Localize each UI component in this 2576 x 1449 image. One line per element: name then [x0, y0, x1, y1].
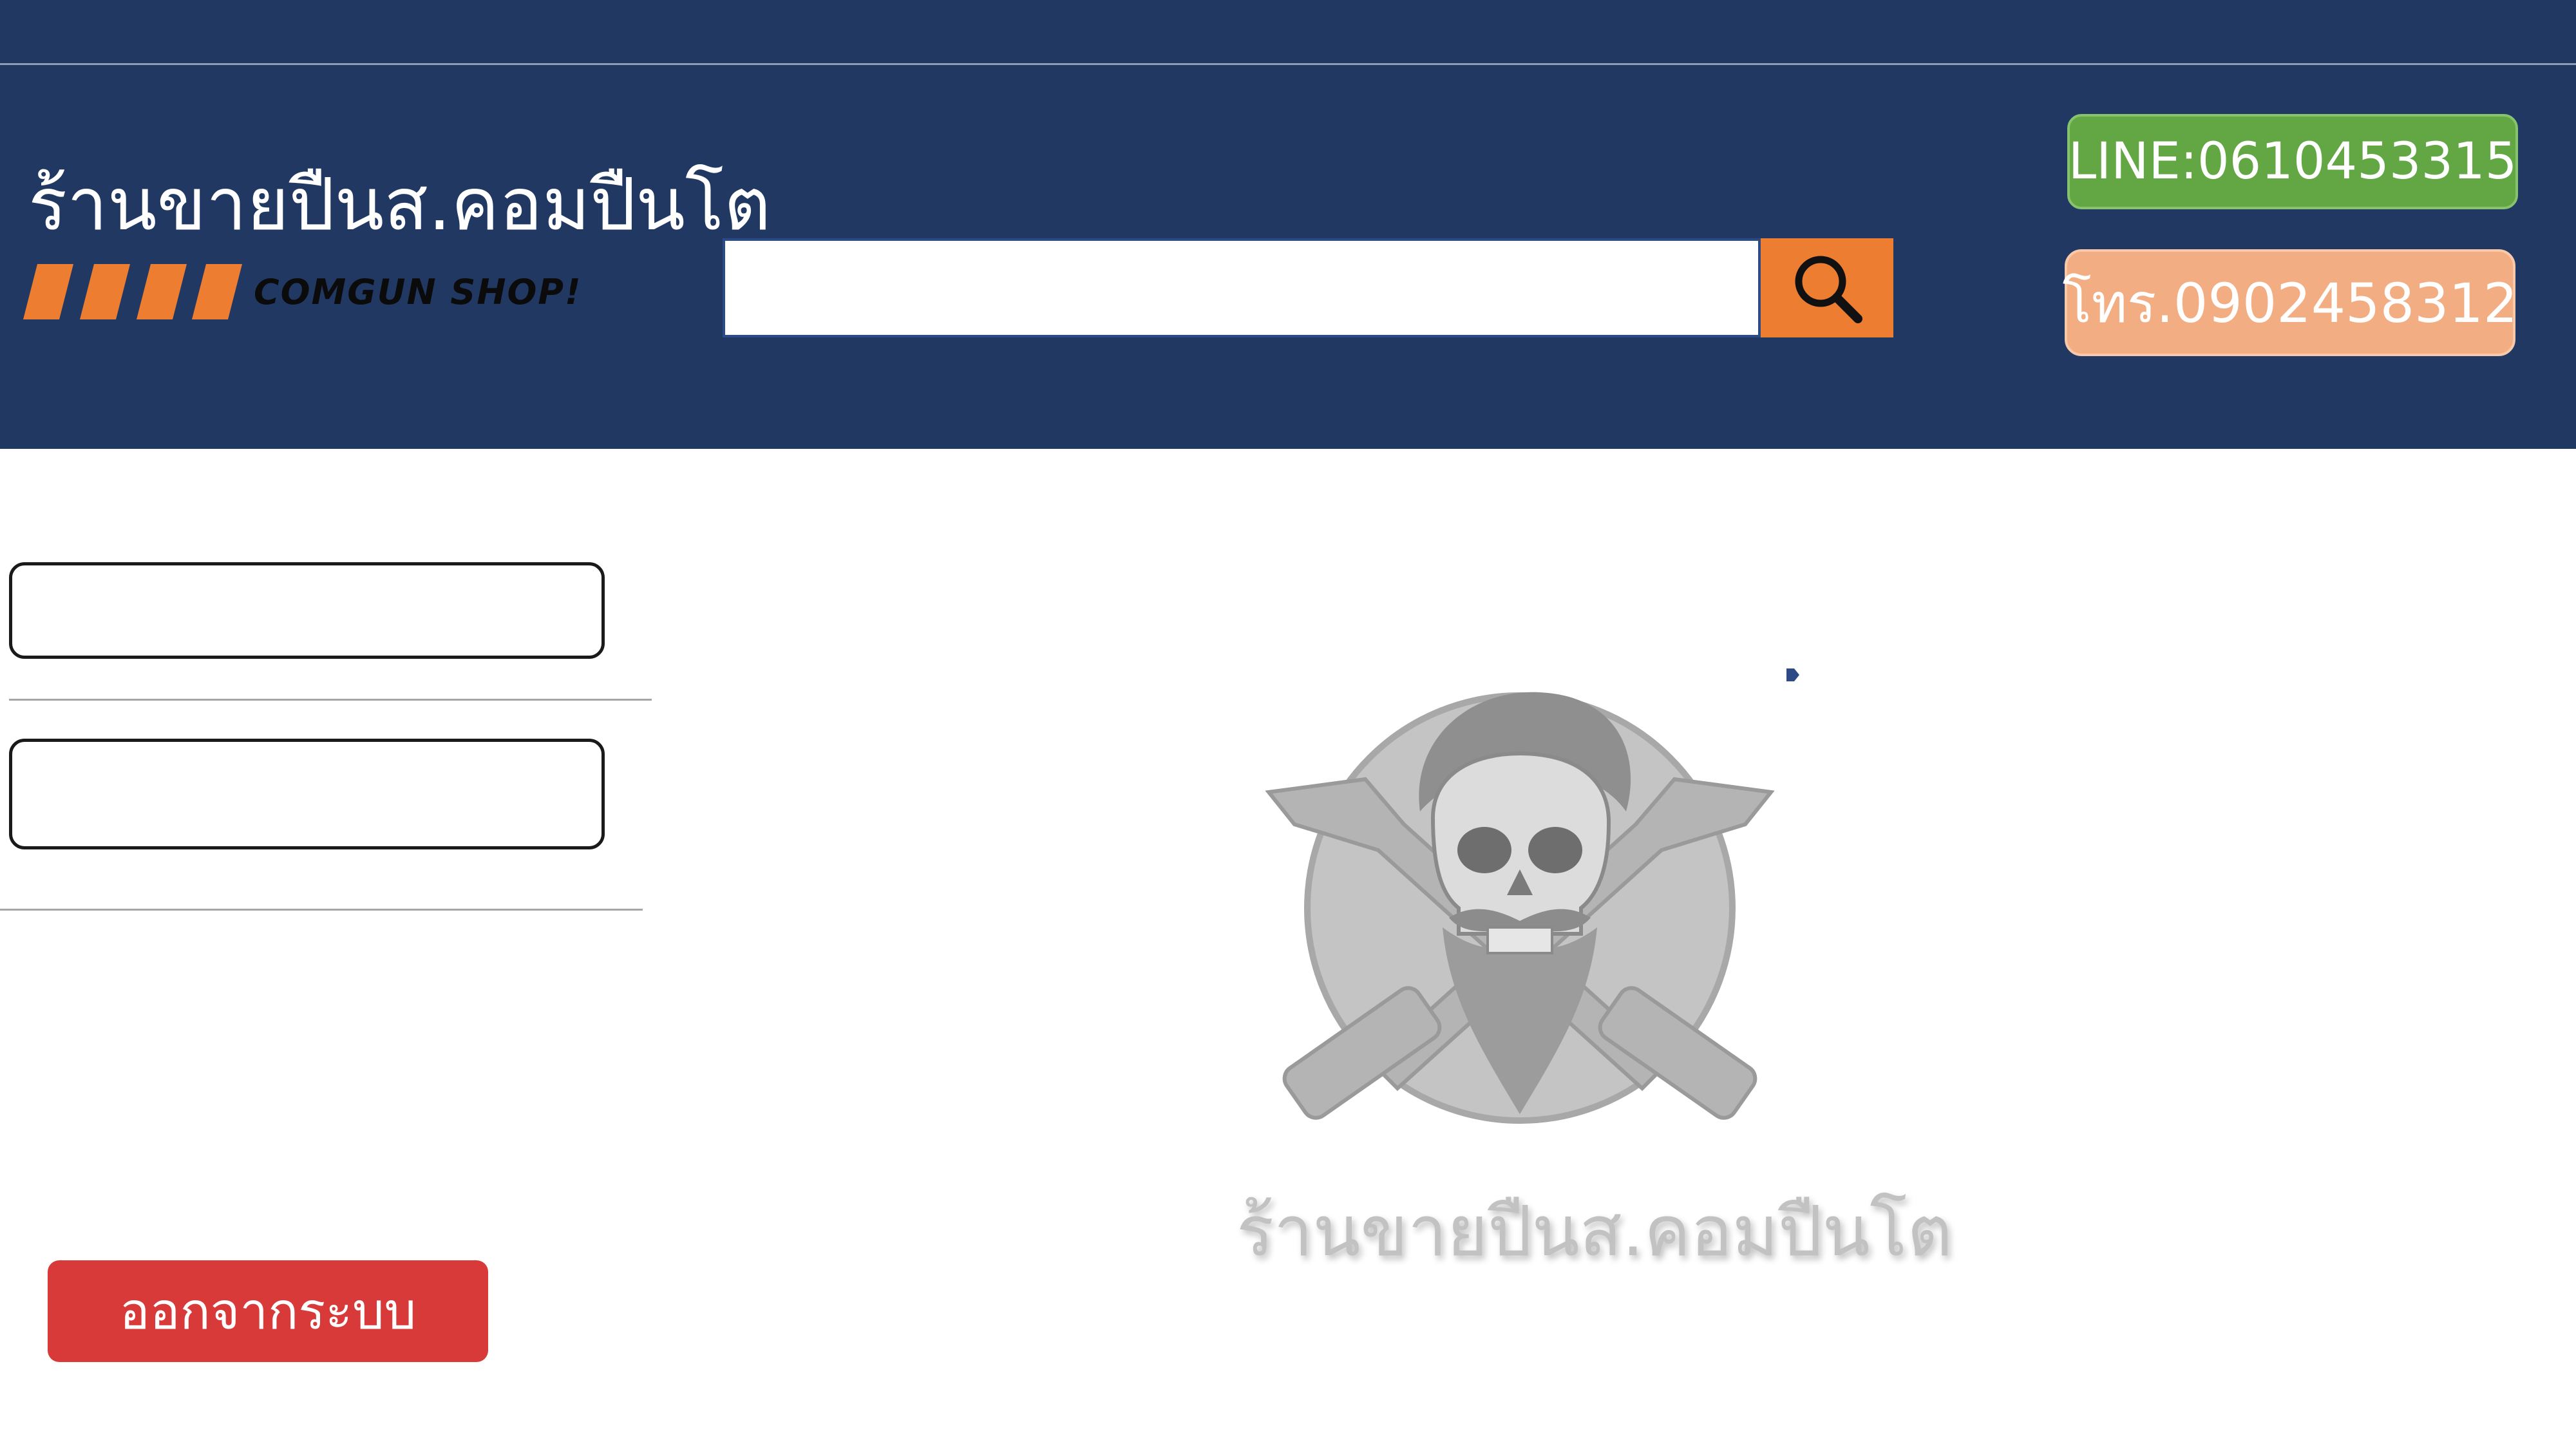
- logout-button[interactable]: ออกจากระบบ: [48, 1260, 488, 1362]
- line-contact-label: LINE:0610453315: [2068, 133, 2517, 191]
- search-icon: [1795, 256, 1862, 323]
- sidebar-divider: [0, 909, 643, 911]
- arrow-right-icon: [1786, 668, 1799, 681]
- brand-stripe-icon: [23, 264, 242, 319]
- phone-contact-button[interactable]: โทร.0902458312: [2062, 249, 2518, 356]
- phone-contact-label: โทร.0902458312: [2062, 272, 2518, 335]
- brand-subtitle: COMGUN SHOP!: [254, 272, 582, 312]
- watermark-shop-name: ร้านขายปืนส.คอมปืนโต: [1236, 1191, 1953, 1272]
- search-input[interactable]: [723, 238, 1761, 337]
- skull-crossed-guns-logo: [1265, 692, 1775, 1124]
- sidebar-field-1[interactable]: [9, 562, 605, 659]
- search-button[interactable]: [1761, 238, 1893, 337]
- top-bar: [0, 0, 2576, 63]
- sidebar-field-2[interactable]: [9, 739, 605, 849]
- brand-title: ร้านขายปืนส.คอมปืนโต: [28, 163, 771, 247]
- sidebar-divider: [9, 699, 652, 701]
- logout-label: ออกจากระบบ: [119, 1283, 417, 1341]
- line-contact-button[interactable]: LINE:0610453315: [2067, 114, 2518, 209]
